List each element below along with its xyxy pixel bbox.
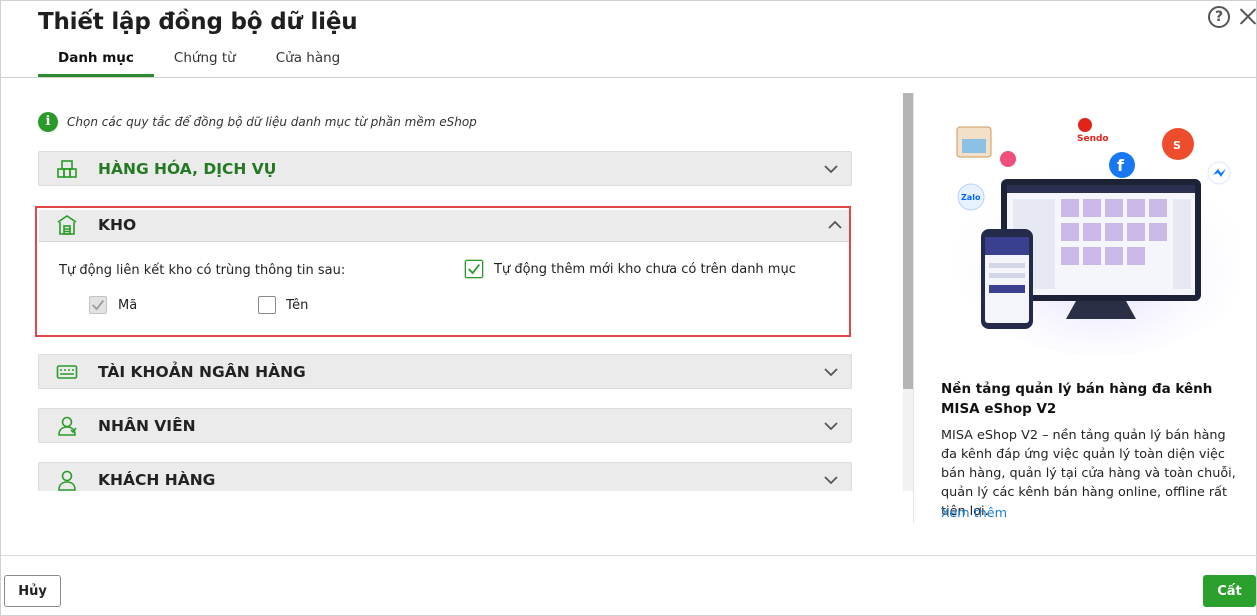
chevron-down-icon[interactable] [823, 364, 839, 380]
svg-text:f: f [1117, 156, 1125, 175]
section-khach-hang[interactable]: KHÁCH HÀNG [38, 462, 852, 491]
zalo-logo-text: Zalo [961, 193, 981, 202]
tab-danh-muc[interactable]: Danh mục [38, 41, 154, 77]
footer-divider [1, 555, 1257, 556]
auto-add-checkbox[interactable] [465, 260, 483, 278]
promo-title: Nền tảng quản lý bán hàng đa kênh MISA e… [941, 381, 1213, 417]
chevron-down-icon[interactable] [823, 472, 839, 488]
section-nhan-vien-label: NHÂN VIÊN [98, 417, 196, 435]
sendo-logo-text: Sendo [1077, 134, 1109, 144]
category-rules-panel[interactable]: i Chọn các quy tắc để đồng bộ dữ liệu da… [1, 78, 901, 491]
tab-bar: Danh mục Chứng từ Cửa hàng [38, 41, 360, 77]
check-icon [468, 264, 481, 275]
boxes-icon [57, 160, 77, 178]
section-kho: KHO Tự động liên kết kho có trùng thông … [35, 206, 851, 337]
section-kho-label: KHO [98, 216, 137, 234]
section-khach-hang-label: KHÁCH HÀNG [98, 471, 216, 489]
vertical-scrollbar[interactable] [903, 93, 913, 491]
bank-card-icon [56, 365, 78, 379]
read-more-link[interactable]: Xem thêm [941, 506, 1007, 521]
scrollbar-thumb[interactable] [903, 93, 913, 389]
employee-icon [58, 416, 77, 436]
name-checkbox[interactable] [258, 296, 276, 314]
question-circle-icon[interactable]: ? [1208, 6, 1230, 28]
customer-icon [58, 470, 76, 491]
panel-divider [913, 93, 914, 523]
section-kho-header[interactable]: KHO [39, 210, 849, 242]
warehouse-icon [57, 215, 77, 235]
code-label: Mã [118, 298, 138, 313]
eshop-promo-illustration: Sendo f S Zalo [951, 118, 1241, 356]
info-text: Chọn các quy tắc để đồng bộ dữ liệu danh… [67, 115, 477, 129]
save-button[interactable]: Cất [1203, 575, 1256, 607]
name-label: Tên [286, 298, 309, 313]
shop-badge-text: S [1173, 139, 1181, 152]
cancel-button[interactable]: Hủy [4, 575, 61, 607]
info-hint: i Chọn các quy tắc để đồng bộ dữ liệu da… [38, 112, 477, 132]
sync-settings-dialog: Thiết lập đồng bộ dữ liệu ? Danh mục Chứ… [0, 0, 1257, 616]
section-nhan-vien[interactable]: NHÂN VIÊN [38, 408, 852, 443]
code-checkbox[interactable] [89, 296, 107, 314]
chevron-down-icon[interactable] [823, 161, 839, 177]
tab-chung-tu[interactable]: Chứng từ [154, 41, 256, 77]
chevron-down-icon[interactable] [823, 418, 839, 434]
info-icon: i [38, 112, 58, 132]
section-tai-khoan[interactable]: TÀI KHOẢN NGÂN HÀNG [38, 354, 852, 389]
section-hang-hoa[interactable]: HÀNG HÓA, DỊCH VỤ [38, 151, 852, 186]
chevron-up-icon[interactable] [827, 217, 843, 233]
section-tai-khoan-label: TÀI KHOẢN NGÂN HÀNG [98, 363, 306, 381]
section-hang-hoa-label: HÀNG HÓA, DỊCH VỤ [98, 160, 277, 178]
close-icon[interactable] [1238, 5, 1257, 27]
check-icon [92, 300, 105, 311]
dialog-title: Thiết lập đồng bộ dữ liệu [38, 9, 358, 35]
auto-add-label: Tự động thêm mới kho chưa có trên danh m… [494, 262, 796, 277]
auto-link-label: Tự động liên kết kho có trùng thông tin … [59, 263, 346, 278]
tab-cua-hang[interactable]: Cửa hàng [256, 41, 361, 77]
